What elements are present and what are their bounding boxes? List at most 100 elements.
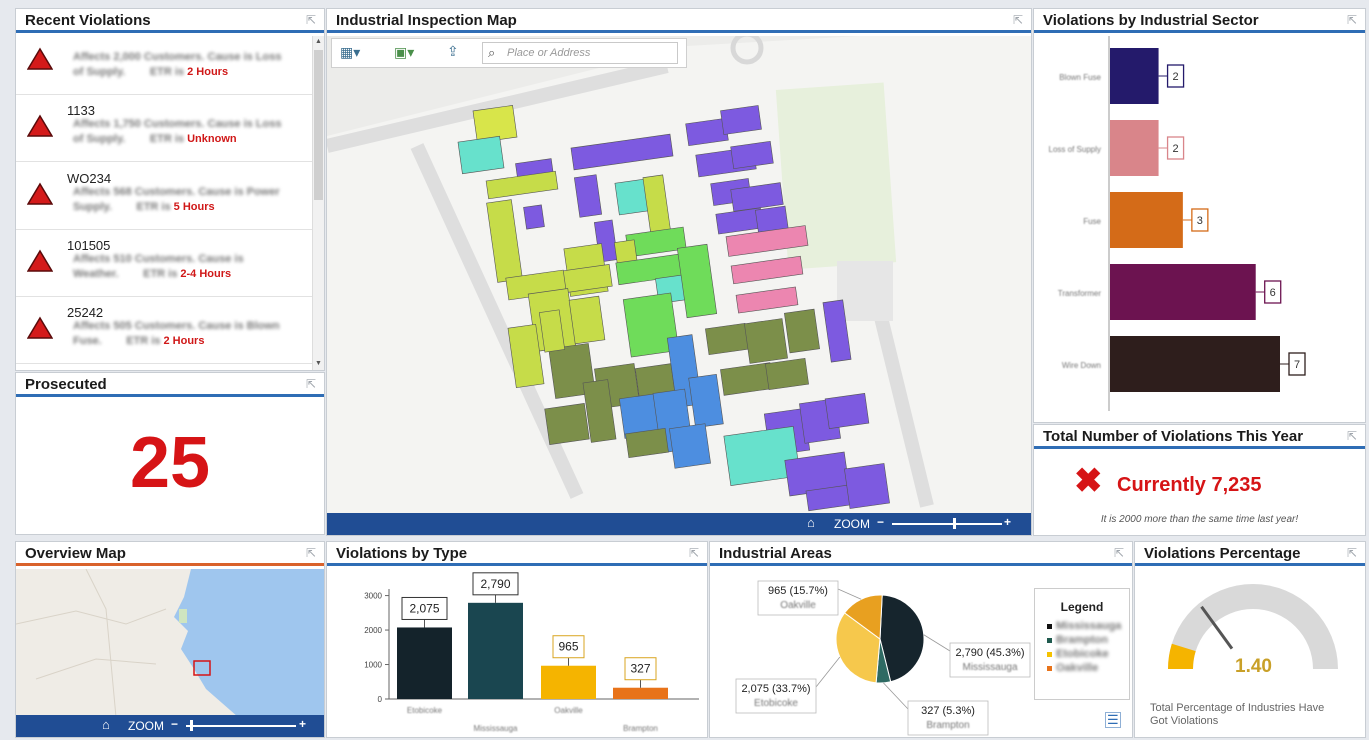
type-category-label: Mississauga — [473, 724, 518, 733]
map-parcel[interactable] — [568, 295, 606, 345]
violation-item[interactable]: 1133 Affects 1,750 Customers. Cause is Lo… — [16, 94, 312, 162]
sector-value-label: 7 — [1294, 359, 1300, 371]
sector-bar[interactable] — [1110, 192, 1183, 248]
map-parcel[interactable] — [457, 135, 505, 175]
overview-map-title: Overview Map — [25, 545, 126, 562]
map-parcel[interactable] — [544, 403, 590, 445]
overview-map-canvas[interactable] — [16, 569, 325, 717]
zoom-out-button[interactable]: − — [171, 717, 178, 731]
type-bar[interactable] — [541, 665, 596, 699]
home-icon[interactable]: ⌂ — [102, 717, 110, 732]
map-parcel[interactable] — [784, 308, 820, 354]
scroll-down-icon[interactable]: ▼ — [313, 358, 324, 370]
map-parcel[interactable] — [625, 427, 669, 459]
legend-toggle-icon[interactable]: ☰ — [1105, 712, 1121, 728]
violation-desc: Affects 510 Customers. Cause is — [73, 253, 244, 265]
map-parcel[interactable] — [669, 423, 711, 469]
map-parcel[interactable] — [720, 105, 762, 135]
sector-title: Violations by Industrial Sector — [1043, 12, 1259, 29]
pin-icon[interactable]: ⇱ — [1013, 9, 1023, 32]
type-bar[interactable] — [468, 602, 523, 699]
basemap-icon[interactable]: ▦▾ — [340, 44, 360, 61]
inspection-map-panel: Industrial Inspection Map ⇱ ▦▾ ▣▾ ⇪ ⌕ Pla… — [326, 8, 1032, 536]
etr-label: ETR is — [136, 201, 171, 213]
inspection-map-header: Industrial Inspection Map ⇱ — [327, 9, 1031, 33]
map-parcel[interactable] — [824, 393, 870, 429]
scrollbar[interactable]: ▲ ▼ — [312, 36, 324, 370]
inspection-map-canvas[interactable] — [327, 36, 1032, 515]
layers-icon[interactable]: ▣▾ — [394, 44, 414, 61]
violation-id: 1133 — [67, 103, 95, 118]
inspection-map-title: Industrial Inspection Map — [336, 12, 517, 29]
sector-category-label: Wire Down — [1062, 361, 1101, 370]
share-icon[interactable]: ⇪ — [447, 43, 459, 60]
violation-desc: Affects 2,000 Customers. Cause is Loss — [73, 51, 282, 63]
pie-value-label: 2,790 (45.3%) — [955, 647, 1024, 659]
map-parcel[interactable] — [844, 463, 890, 509]
violation-item[interactable]: 25242 Affects 505 Customers. Cause is Blo… — [16, 296, 312, 364]
pin-icon[interactable]: ⇱ — [306, 373, 316, 396]
sector-bar[interactable] — [1110, 336, 1280, 392]
sector-bar[interactable] — [1110, 120, 1159, 176]
violation-item[interactable]: Affects 2,000 Customers. Cause is Loss of… — [16, 27, 312, 95]
violation-desc-2: Weather. — [73, 268, 119, 280]
home-icon[interactable]: ⌂ — [807, 515, 815, 530]
map-parcel[interactable] — [765, 358, 809, 390]
etr-value: 2-4 Hours — [180, 268, 232, 280]
zoom-slider[interactable] — [892, 523, 1002, 525]
violation-etr: Supply. ETR is 5 Hours — [73, 201, 215, 213]
legend-label: Mississauga — [1056, 620, 1122, 632]
pie-legend: Legend Mississauga Brampton Etobicoke Oakvi… — [1034, 588, 1130, 700]
legend-swatch — [1047, 623, 1052, 629]
pie-value-label: 2,075 (33.7%) — [741, 683, 810, 695]
zoom-out-button[interactable]: − — [877, 515, 884, 529]
recent-violations-panel: Recent Violations ⇱ Affects 2,000 Custome… — [15, 8, 325, 371]
zoom-slider-thumb[interactable] — [953, 518, 956, 529]
search-icon: ⌕ — [488, 45, 496, 60]
violation-id: WO234 — [67, 171, 112, 186]
violation-item[interactable]: 101505 Affects 510 Customers. Cause is Wea… — [16, 229, 312, 297]
sector-category-label: Fuse — [1083, 217, 1101, 226]
etr-value: 2 Hours — [187, 66, 229, 78]
sector-value-label: 2 — [1173, 143, 1179, 155]
type-bar[interactable] — [397, 627, 452, 699]
search-input[interactable]: Place or Address — [507, 47, 590, 59]
sector-bar[interactable] — [1110, 264, 1256, 320]
percentage-value: 1.40 — [1235, 656, 1272, 677]
pin-icon[interactable]: ⇱ — [1347, 542, 1357, 565]
zoom-in-button[interactable]: + — [1004, 515, 1011, 529]
scroll-up-icon[interactable]: ▲ — [313, 36, 324, 48]
pin-icon[interactable]: ⇱ — [306, 542, 316, 565]
violation-etr: Weather. ETR is 2-4 Hours — [73, 268, 231, 280]
type-value-label: 965 — [558, 640, 578, 654]
type-value-label: 2,790 — [480, 577, 510, 591]
pin-icon[interactable]: ⇱ — [1347, 425, 1357, 448]
map-parcel[interactable] — [744, 318, 788, 364]
violation-list: Affects 2,000 Customers. Cause is Loss of… — [16, 36, 324, 370]
pie-label-connector — [923, 634, 951, 652]
zoom-slider[interactable] — [186, 725, 296, 727]
violation-desc-2: of Supply. — [73, 66, 126, 78]
map-parcel[interactable] — [523, 204, 545, 230]
violations-type-header: Violations by Type ⇱ — [327, 542, 707, 566]
sector-bar[interactable] — [1110, 48, 1159, 104]
legend-label: Brampton — [1056, 634, 1108, 646]
violations-type-panel: Violations by Type ⇱ 0 1000 2000 3000 2,075 Et… — [326, 541, 708, 738]
zoom-slider-thumb[interactable] — [190, 720, 193, 731]
zoom-label: ZOOM — [128, 719, 164, 733]
scroll-thumb[interactable] — [314, 50, 323, 200]
type-bar[interactable] — [613, 687, 668, 699]
zoom-in-button[interactable]: + — [299, 717, 306, 731]
pin-icon[interactable]: ⇱ — [689, 542, 699, 565]
industrial-areas-title: Industrial Areas — [719, 545, 832, 562]
search-box[interactable]: ⌕ Place or Address — [482, 42, 678, 64]
prosecuted-header: Prosecuted ⇱ — [16, 373, 324, 397]
zoom-label: ZOOM — [834, 517, 870, 531]
pin-icon[interactable]: ⇱ — [1347, 9, 1357, 32]
warning-triangle-icon — [27, 47, 53, 70]
violation-item[interactable]: WO234 Affects 568 Customers. Cause is Pow… — [16, 162, 312, 230]
sector-header: Violations by Industrial Sector ⇱ — [1034, 9, 1365, 33]
legend-swatch — [1047, 651, 1052, 657]
pin-icon[interactable]: ⇱ — [1114, 542, 1124, 565]
map-parcel[interactable] — [705, 323, 749, 355]
